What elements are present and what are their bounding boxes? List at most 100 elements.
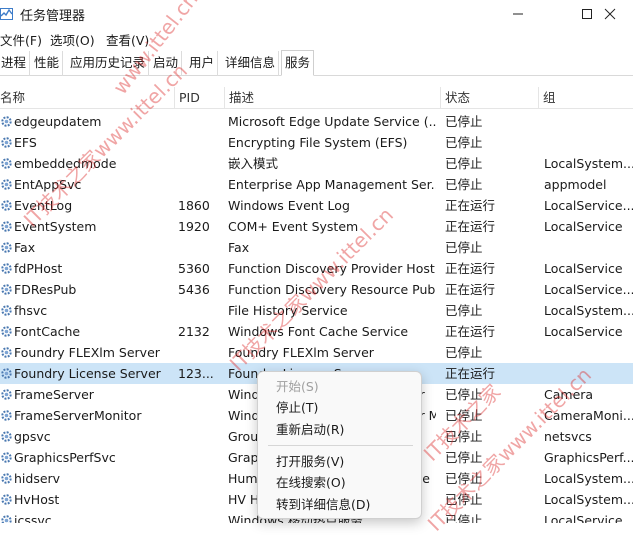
service-row[interactable]: FontCache 2132 Windows Font Cache Service 正… bbox=[0, 321, 633, 342]
service-status: 正在运行 bbox=[445, 198, 496, 213]
service-row[interactable]: EventSystem 1920 COM+ Event System 正在运行 Loca… bbox=[0, 216, 633, 237]
window-title: 任务管理器 bbox=[20, 9, 86, 24]
service-row[interactable]: edgeupdatem Microsoft Edge Update Service… bbox=[0, 111, 633, 132]
service-group: LocalService... bbox=[544, 198, 633, 213]
service-group: appmodel bbox=[544, 177, 607, 192]
menu-view[interactable]: 查看(V) bbox=[106, 30, 149, 49]
service-row[interactable]: EventLog 1860 Windows Event Log 正在运行 LocalSe… bbox=[0, 195, 633, 216]
service-group bbox=[544, 111, 633, 132]
menu-file[interactable]: 文件(F) bbox=[0, 30, 42, 49]
tab-details[interactable]: 详细信息 bbox=[222, 51, 280, 76]
service-gear-icon bbox=[0, 409, 13, 422]
service-gear-icon bbox=[0, 325, 13, 338]
close-button[interactable] bbox=[587, 0, 633, 28]
service-name: embeddedmode bbox=[14, 156, 117, 171]
service-gear-icon bbox=[0, 115, 13, 128]
context-start: 开始(S) bbox=[276, 379, 319, 394]
service-status: 正在运行 bbox=[445, 282, 496, 297]
service-gear-icon bbox=[0, 220, 13, 233]
context-stop[interactable]: 停止(T) bbox=[258, 397, 423, 418]
service-gear-icon bbox=[0, 283, 13, 296]
close-icon bbox=[604, 8, 616, 20]
column-header-description[interactable]: 描述 bbox=[224, 87, 440, 109]
service-pid bbox=[178, 342, 224, 363]
service-pid bbox=[178, 174, 224, 195]
service-status: 正在运行 bbox=[445, 219, 496, 234]
service-pid bbox=[178, 132, 224, 153]
tab-startup[interactable]: 启动 bbox=[150, 51, 183, 76]
service-name: fhsvc bbox=[14, 303, 48, 318]
service-name: FrameServerMonitor bbox=[14, 408, 142, 423]
column-header-pid[interactable]: PID bbox=[174, 87, 224, 109]
service-gear-icon bbox=[0, 451, 13, 464]
service-group: GraphicsPerf... bbox=[544, 450, 633, 465]
service-description: Foundry FLEXlm Server bbox=[228, 345, 374, 360]
service-pid bbox=[178, 237, 224, 258]
service-row[interactable]: FDResPub 5436 Function Discovery Resource … bbox=[0, 279, 633, 300]
service-name: icssvc bbox=[14, 513, 52, 523]
service-name: HvHost bbox=[14, 492, 60, 507]
column-header-status[interactable]: 状态 bbox=[440, 87, 538, 109]
service-description: Function Discovery Provider Host bbox=[228, 261, 435, 276]
title-bar: 任务管理器 bbox=[0, 0, 633, 28]
service-name: EntAppSvc bbox=[14, 177, 82, 192]
service-name: EventSystem bbox=[14, 219, 97, 234]
tab-services[interactable]: 服务 bbox=[281, 50, 315, 76]
service-row[interactable]: Fax Fax 已停止 bbox=[0, 237, 633, 258]
service-group: LocalService... bbox=[544, 282, 633, 297]
service-description: Function Discovery Resource Pub... bbox=[228, 282, 436, 297]
service-row[interactable]: EFS Encrypting File System (EFS) 已停止 bbox=[0, 132, 633, 153]
service-gear-icon bbox=[0, 430, 13, 443]
tab-users[interactable]: 用户 bbox=[186, 51, 219, 76]
service-group bbox=[544, 342, 633, 363]
service-pid bbox=[178, 300, 224, 321]
service-description: COM+ Event System bbox=[228, 219, 359, 234]
service-row[interactable]: fhsvc File History Service 已停止 LocalSystem.… bbox=[0, 300, 633, 321]
service-name: hidserv bbox=[14, 471, 61, 486]
service-row[interactable]: embeddedmode 嵌入模式 已停止 LocalSystem... bbox=[0, 153, 633, 174]
service-name: Foundry License Server bbox=[14, 366, 161, 381]
context-separator bbox=[268, 445, 413, 446]
service-row[interactable]: fdPHost 5360 Function Discovery Provider H… bbox=[0, 258, 633, 279]
service-group: LocalSystem... bbox=[544, 156, 633, 171]
tab-app-history[interactable]: 应用历史记录 bbox=[67, 51, 150, 76]
service-name: EventLog bbox=[14, 198, 73, 213]
service-pid: 1860 bbox=[178, 198, 210, 213]
service-pid: 2132 bbox=[178, 324, 210, 339]
service-name: fdPHost bbox=[14, 261, 63, 276]
tab-performance[interactable]: 性能 bbox=[31, 51, 64, 76]
service-group: CameraMoni... bbox=[544, 408, 633, 423]
service-name: Fax bbox=[14, 240, 36, 255]
service-status: 已停止 bbox=[445, 513, 483, 523]
column-header-group[interactable]: 组 bbox=[538, 87, 633, 109]
service-status: 已停止 bbox=[445, 429, 483, 444]
context-search-online[interactable]: 在线搜索(O) bbox=[258, 472, 423, 493]
service-gear-icon bbox=[0, 262, 13, 275]
context-open-services[interactable]: 打开服务(V) bbox=[258, 451, 423, 472]
service-gear-icon bbox=[0, 472, 13, 485]
context-go-to-details[interactable]: 转到详细信息(D) bbox=[258, 494, 423, 515]
minimize-button[interactable] bbox=[495, 0, 541, 28]
service-name: Foundry FLEXlm Server bbox=[14, 345, 160, 360]
service-gear-icon bbox=[0, 388, 13, 401]
service-status: 正在运行 bbox=[445, 324, 496, 339]
service-status: 已停止 bbox=[445, 156, 483, 171]
service-name: gpsvc bbox=[14, 429, 51, 444]
service-pid bbox=[178, 153, 224, 174]
service-status: 已停止 bbox=[445, 387, 483, 402]
task-manager-icon bbox=[0, 7, 14, 21]
service-row[interactable]: EntAppSvc Enterprise App Management Ser..… bbox=[0, 174, 633, 195]
service-group: LocalService bbox=[544, 324, 623, 339]
service-status: 已停止 bbox=[445, 240, 483, 255]
tab-processes[interactable]: 进程 bbox=[0, 51, 31, 76]
service-status: 已停止 bbox=[445, 135, 483, 150]
service-pid bbox=[178, 111, 224, 132]
service-status: 已停止 bbox=[445, 471, 483, 486]
service-group: netsvcs bbox=[544, 429, 592, 444]
service-row[interactable]: Foundry FLEXlm Server Foundry FLEXlm Serv… bbox=[0, 342, 633, 363]
menu-options[interactable]: 选项(O) bbox=[50, 30, 95, 49]
context-restart[interactable]: 重新启动(R) bbox=[258, 419, 423, 440]
column-header-name[interactable]: 名称 bbox=[0, 87, 174, 109]
service-gear-icon bbox=[0, 304, 13, 317]
service-status: 已停止 bbox=[445, 114, 483, 129]
